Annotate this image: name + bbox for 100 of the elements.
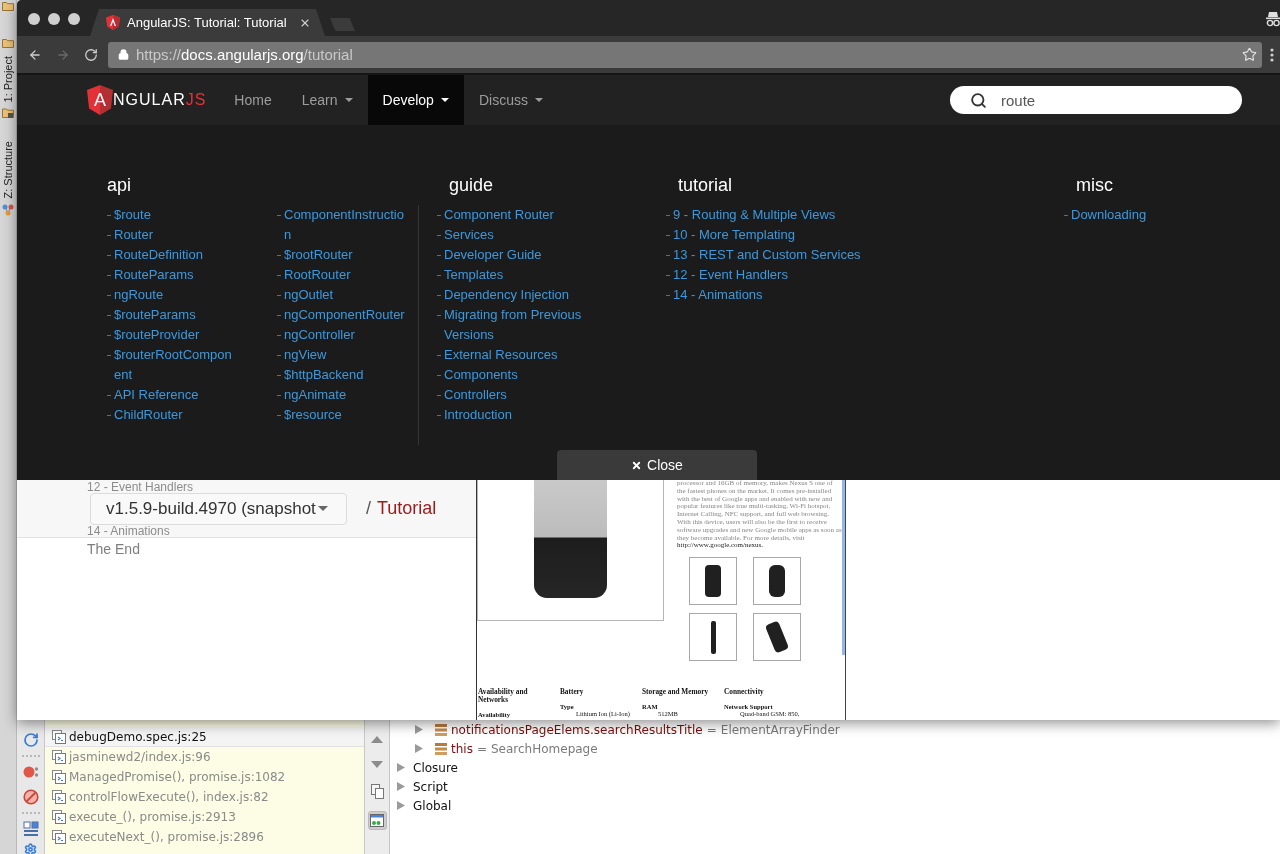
thumbnail-frame[interactable] <box>689 557 737 606</box>
stack-frame[interactable]: ManagedPromise(), promise.js:1082 <box>45 767 364 787</box>
sidebar-link[interactable]: 12 - Event Handlers <box>87 480 194 493</box>
menu-link[interactable]: ngRoute <box>114 285 164 305</box>
left-arrow-icon[interactable] <box>28 47 42 62</box>
search-field[interactable]: route <box>950 86 1242 114</box>
nav-link[interactable]: Learn <box>286 75 368 125</box>
expand-icon[interactable] <box>397 763 405 772</box>
menu-link[interactable]: 10 - More Templating <box>673 225 795 245</box>
menu-link[interactable]: Developer Guide <box>444 245 542 265</box>
caret-icon <box>317 506 328 511</box>
menu-link[interactable]: RouteParams <box>114 265 194 285</box>
dash-icon <box>107 255 111 256</box>
close-button[interactable]: Close <box>557 450 757 480</box>
dash-icon <box>437 375 441 376</box>
expand-icon[interactable] <box>397 782 405 791</box>
menu-link[interactable]: Components <box>444 365 518 385</box>
side-tab[interactable]: 1: Project <box>2 56 14 120</box>
menu-link[interactable]: 9 - Routing & Multiple Views <box>673 205 836 225</box>
menu-link[interactable]: Dependency Injection <box>444 285 570 305</box>
address-bar[interactable]: https://docs.angularjs.org/tutorial <box>108 41 1262 68</box>
down-arrow-icon[interactable] <box>371 761 383 768</box>
menu-link[interactable]: $resource <box>284 405 342 425</box>
menu-link[interactable]: RouteDefinition <box>114 245 203 265</box>
menu-link[interactable]: $route <box>114 205 151 225</box>
menu-link[interactable]: $rootRouter <box>284 245 353 265</box>
thumbnail-frame[interactable] <box>753 557 801 606</box>
nav-link[interactable]: Discuss <box>463 75 558 125</box>
window-icon[interactable] <box>367 811 387 830</box>
expand-icon[interactable] <box>415 725 423 734</box>
dash-icon <box>107 215 111 216</box>
dash-icon <box>277 335 281 336</box>
menu-link[interactable]: Migrating from Previous Versions <box>444 305 614 345</box>
expand-icon[interactable] <box>397 801 405 810</box>
stack-frame[interactable]: debugDemo.spec.js:25 <box>45 727 364 747</box>
menu-link[interactable]: Templates <box>444 265 504 285</box>
side-tab[interactable]: Z: Structure <box>2 141 14 216</box>
dash-icon <box>666 255 670 256</box>
menu-link[interactable]: Introduction <box>444 405 512 425</box>
menu-link[interactable]: ChildRouter <box>114 405 183 425</box>
menu-link[interactable]: ngComponentRouter <box>284 305 405 325</box>
scope-name[interactable]: Script <box>413 779 448 794</box>
expand-icon[interactable] <box>415 744 423 753</box>
menu-link[interactable]: Component Router <box>444 205 554 225</box>
menu-link[interactable]: Router <box>114 225 154 245</box>
up-arrow-icon[interactable] <box>371 736 383 743</box>
more-icon[interactable] <box>1270 47 1274 62</box>
menu-link[interactable]: ngController <box>284 325 355 345</box>
thumbnail-frame[interactable] <box>753 613 801 662</box>
menu-link[interactable]: RootRouter <box>284 265 351 285</box>
variable-value: SearchHomepage <box>490 741 598 756</box>
menu-link[interactable]: API Reference <box>114 385 199 405</box>
menu-link[interactable]: $routeProvider <box>114 325 200 345</box>
sidebar-link[interactable]: 14 - Animations <box>87 524 170 537</box>
browser-tab[interactable]: AngularJS: Tutorial: Tutorial <box>90 9 325 36</box>
nav-link[interactable]: Home <box>219 75 287 125</box>
menu-link[interactable]: ngView <box>284 345 327 365</box>
variable-value: ElementArrayFinder <box>720 722 840 737</box>
circular-arrow-icon[interactable] <box>84 47 98 62</box>
star-icon[interactable] <box>1242 47 1257 62</box>
dash-icon <box>666 235 670 236</box>
menu-link[interactable]: $routerRootComponent <box>114 345 236 385</box>
brand-logo[interactable]: A NGULARJS <box>87 85 207 115</box>
nav-link[interactable]: Develop <box>367 75 464 125</box>
menu-link[interactable]: $routeParams <box>114 305 196 325</box>
sidebar-link[interactable]: The End <box>87 540 140 558</box>
copy-icon[interactable] <box>370 784 384 799</box>
scope-name[interactable]: Global <box>413 798 452 813</box>
version-select[interactable]: v1.5.9-build.4970 (snapshot <box>90 492 347 525</box>
hat-glasses-icon[interactable] <box>1266 11 1280 27</box>
stack-frame[interactable]: executeNext_(), promise.js:2896 <box>45 827 364 847</box>
stack-frame[interactable]: controlFlowExecute(), index.js:82 <box>45 787 364 807</box>
menu-link[interactable]: 14 - Animations <box>673 285 763 305</box>
layout-icon[interactable] <box>22 821 39 837</box>
stack-frame[interactable]: jasminewd2/index.js:96 <box>45 747 364 767</box>
phone-photo <box>769 565 785 598</box>
stacked-pages-icon <box>52 729 66 744</box>
menu-link[interactable]: ComponentInstruction <box>284 205 407 245</box>
circular-arrow-icon[interactable] <box>22 732 39 748</box>
window-control-icon[interactable] <box>68 13 80 25</box>
window-control-icon[interactable] <box>48 13 60 25</box>
menu-link[interactable]: Downloading <box>1071 205 1147 225</box>
stack-frame[interactable]: execute_(), promise.js:2913 <box>45 807 364 827</box>
menu-link[interactable]: $httpBackend <box>284 365 364 385</box>
menu-heading: guide <box>449 175 494 195</box>
thumbnail-frame[interactable] <box>689 613 737 662</box>
dash-icon <box>107 235 111 236</box>
dots-icon[interactable] <box>22 764 39 780</box>
window-control-icon[interactable] <box>28 13 40 25</box>
settings-icon[interactable] <box>24 843 37 854</box>
menu-link[interactable]: ngAnimate <box>284 385 347 405</box>
stacked-bars-icon <box>435 723 447 736</box>
menu-link[interactable]: 13 - REST and Custom Services <box>673 245 861 265</box>
menu-link[interactable]: Services <box>444 225 494 245</box>
slashed-circle-icon[interactable] <box>22 789 39 805</box>
menu-link[interactable]: External Resources <box>444 345 558 365</box>
scope-name[interactable]: Closure <box>413 760 458 775</box>
menu-link[interactable]: ngOutlet <box>284 285 334 305</box>
menu-link[interactable]: Controllers <box>444 385 507 405</box>
menu-link[interactable]: 12 - Event Handlers <box>673 265 788 285</box>
